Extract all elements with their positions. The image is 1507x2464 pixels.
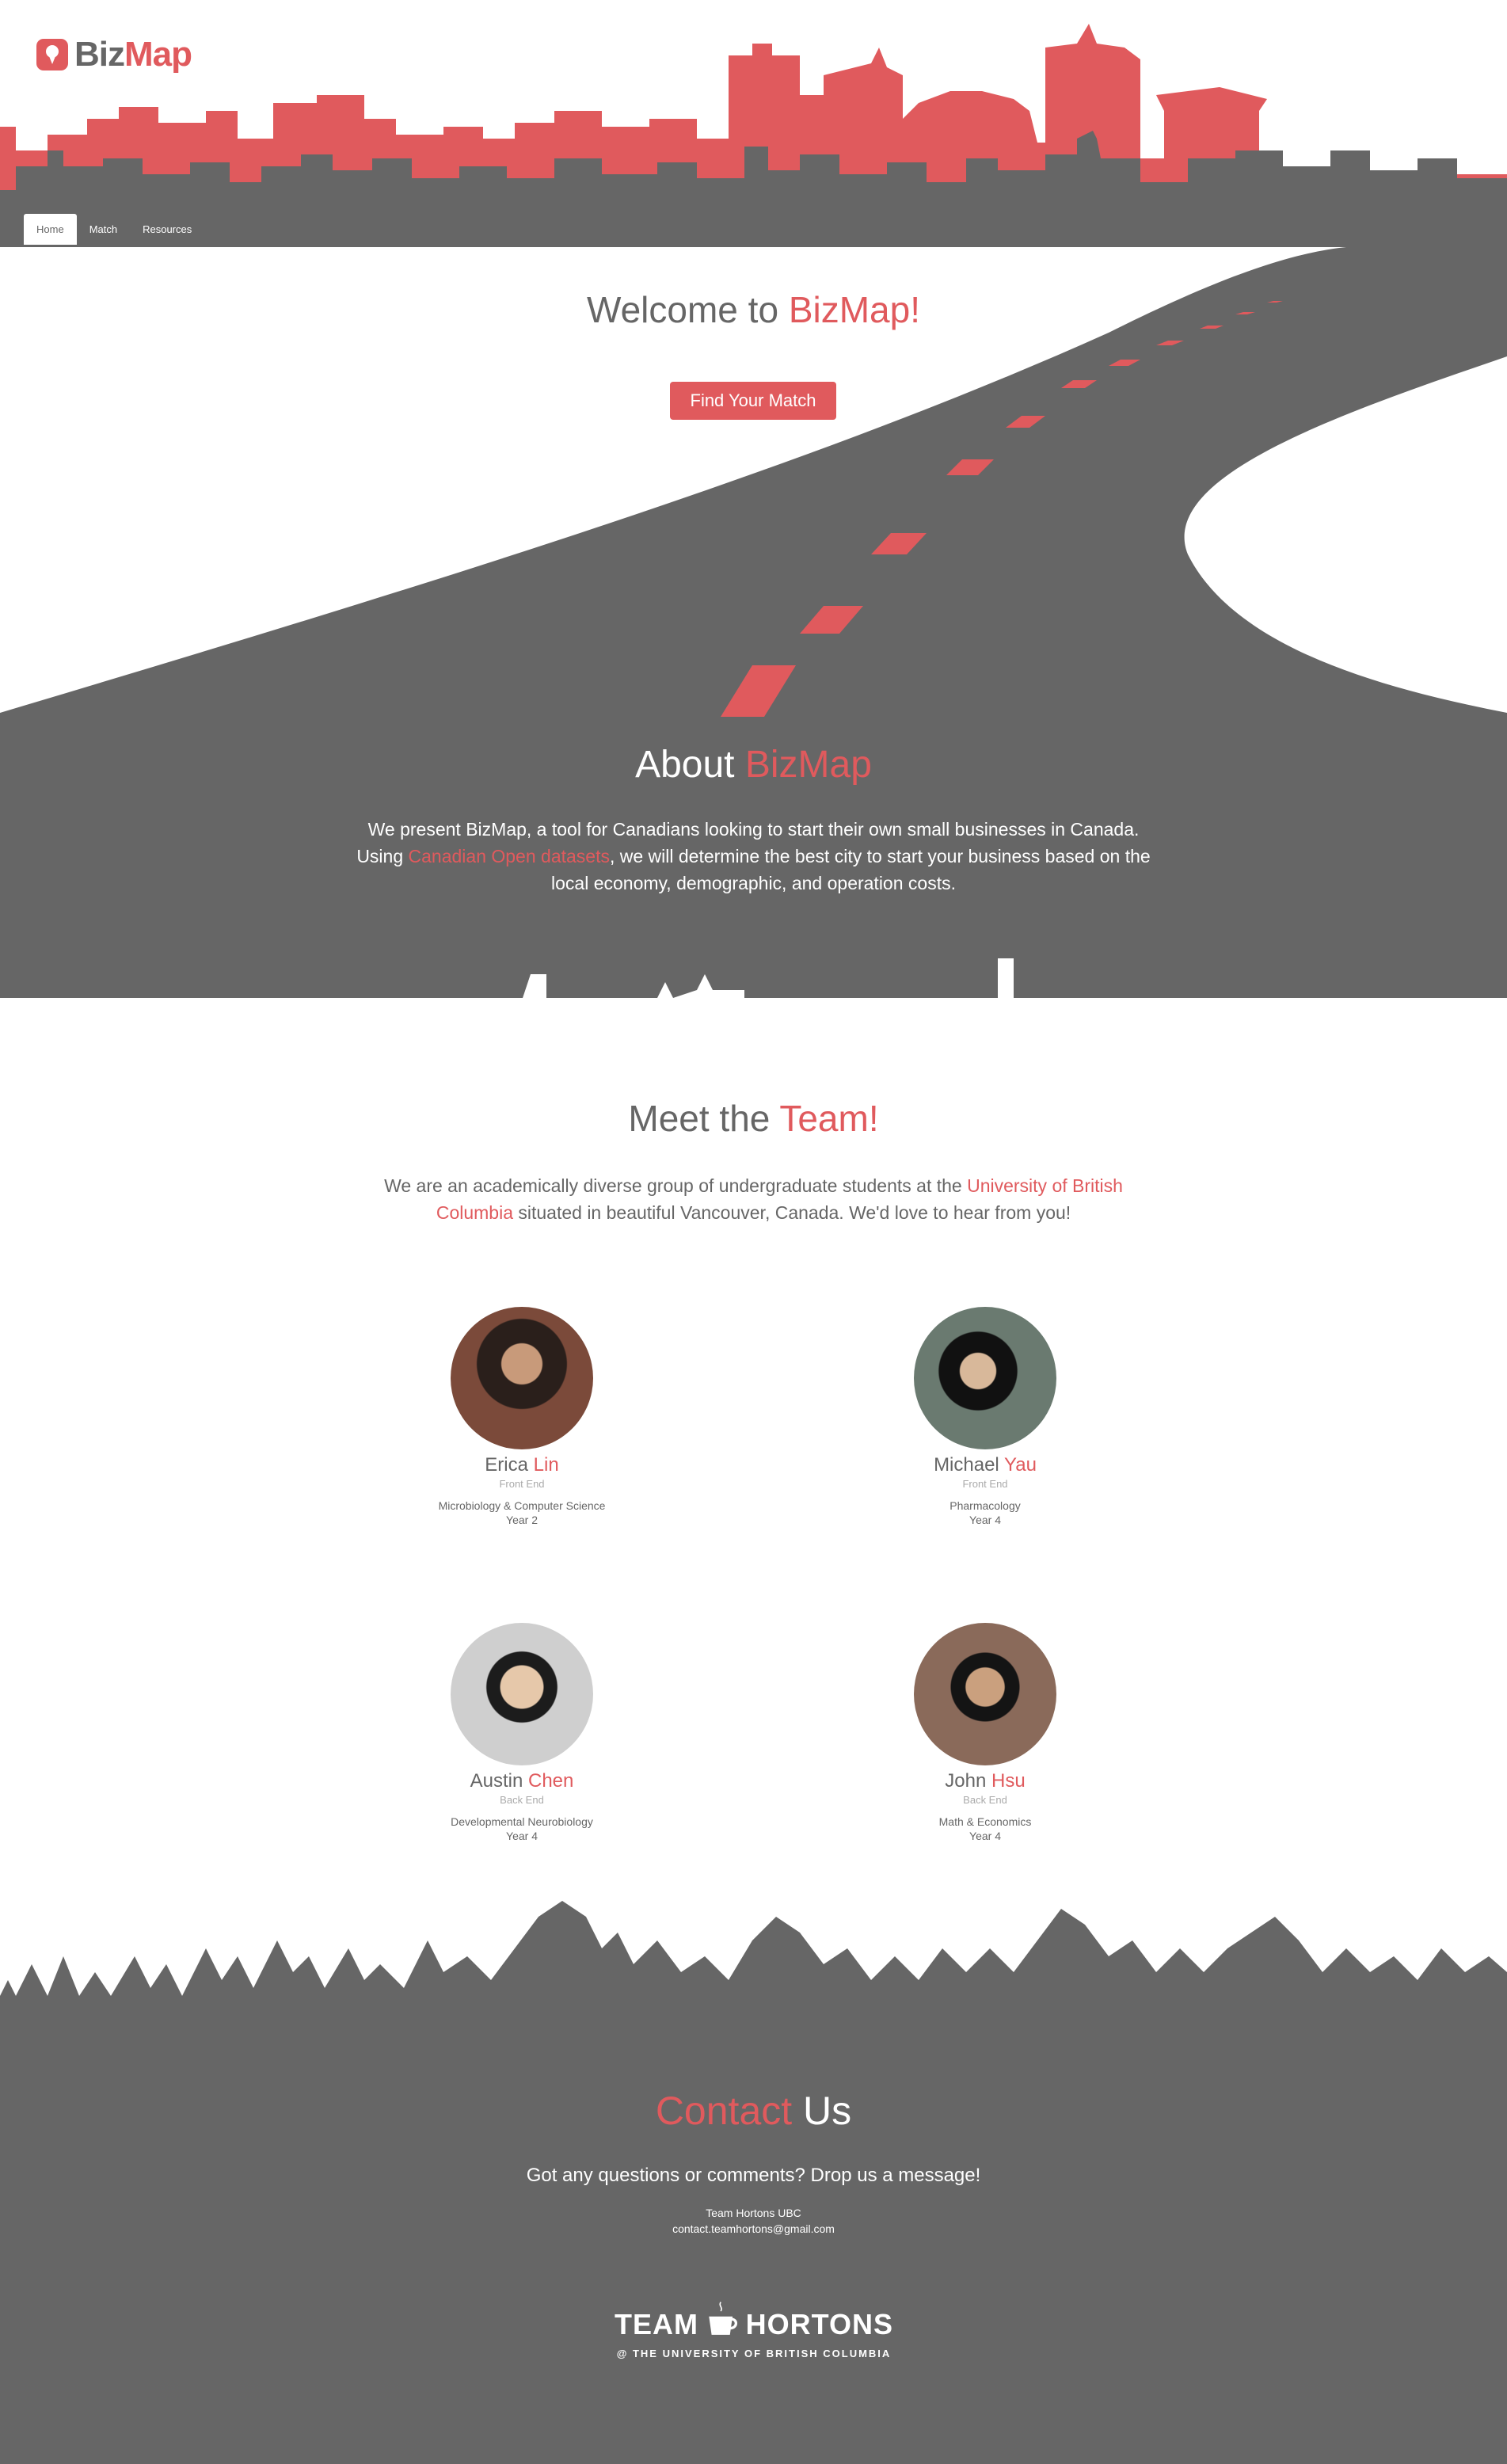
member-year: Year 2 — [506, 1514, 538, 1526]
footer-logo-left: TEAM — [615, 2308, 698, 2340]
ubc-link-2[interactable]: Columbia — [436, 1202, 513, 1223]
member-name: John Hsu — [827, 1770, 1144, 1792]
member-role: Front End — [499, 1478, 545, 1490]
team-intro-suffix: situated in beautiful Vancouver, Canada.… — [512, 1202, 1071, 1223]
main-nav: Home Match Resources — [24, 214, 204, 245]
contact-title-accent: Contact — [655, 2089, 793, 2133]
about-title-prefix: About — [635, 744, 745, 786]
member-card-austin: Austin Chen Back End Developmental Neuro… — [363, 1623, 680, 1842]
map-pin-icon — [36, 39, 68, 70]
avatar — [451, 1307, 593, 1449]
member-name: Erica Lin — [363, 1454, 680, 1476]
member-year: Year 4 — [506, 1830, 538, 1842]
member-first-name: John — [945, 1770, 987, 1792]
member-last-name: Chen — [528, 1770, 574, 1792]
team-title-accent: Team! — [779, 1098, 879, 1139]
about-title-accent: BizMap — [744, 744, 872, 786]
member-major: Math & Economics — [938, 1815, 1032, 1828]
logo-map: Map — [124, 35, 192, 74]
hero-title-prefix: Welcome to — [587, 289, 789, 330]
member-name: Michael Yau — [827, 1454, 1144, 1476]
member-major: Developmental Neurobiology — [451, 1815, 593, 1828]
open-datasets-link[interactable]: Canadian Open datasets — [409, 846, 610, 866]
member-first-name: Michael — [934, 1454, 999, 1476]
team-title-prefix: Meet the — [628, 1098, 780, 1139]
about-line-2-prefix: Using — [356, 846, 409, 866]
member-card-michael: Michael Yau Front End Pharmacology Year … — [827, 1307, 1144, 1526]
contact-text: Got any questions or comments? Drop us a… — [526, 2165, 981, 2186]
about-line-3: local economy, demographic, and operatio… — [551, 873, 956, 893]
hero-title: Welcome to BizMap! — [0, 288, 1507, 331]
nav-item-resources[interactable]: Resources — [130, 214, 204, 245]
member-major: Pharmacology — [949, 1499, 1021, 1512]
nav-item-match[interactable]: Match — [77, 214, 130, 245]
member-card-john: John Hsu Back End Math & Economics Year … — [827, 1623, 1144, 1842]
about-line-2-suffix: , we will determine the best city to sta… — [609, 846, 1151, 866]
footer-logo-sub: @ THE UNIVERSITY OF BRITISH COLUMBIA — [616, 2348, 892, 2359]
nav-item-home[interactable]: Home — [24, 214, 77, 245]
team-intro: We are an academically diverse group of … — [317, 1172, 1190, 1226]
member-year: Year 4 — [969, 1514, 1001, 1526]
member-first-name: Austin — [470, 1770, 523, 1792]
member-name: Austin Chen — [363, 1770, 680, 1792]
avatar — [451, 1623, 593, 1765]
avatar — [914, 1307, 1056, 1449]
member-first-name: Erica — [485, 1454, 528, 1476]
contact-org: Team Hortons UBC — [706, 2207, 801, 2219]
about-line-2: Using Canadian Open datasets, we will de… — [293, 843, 1214, 870]
member-role: Back End — [500, 1794, 544, 1806]
team-intro-prefix: We are an academically diverse group of … — [384, 1175, 968, 1196]
coffee-cup-icon — [709, 2302, 738, 2335]
contact-title: Contact Us — [0, 2088, 1507, 2134]
team-title: Meet the Team! — [0, 1097, 1507, 1140]
logo-text: BizMap — [74, 35, 192, 74]
team-hortons-logo: TEAM HORTONS @ THE UNIVERSITY OF BRITISH… — [615, 2297, 893, 2359]
avatar — [914, 1623, 1056, 1765]
footer-logo-right: HORTONS — [745, 2308, 893, 2340]
member-major: Microbiology & Computer Science — [438, 1499, 606, 1512]
logo[interactable]: BizMap — [36, 35, 192, 74]
about-line-1: We present BizMap, a tool for Canadians … — [367, 819, 1140, 840]
hero-title-accent: BizMap! — [788, 289, 920, 330]
ubc-link-1[interactable]: University of British — [967, 1175, 1123, 1196]
about-description: We present BizMap, a tool for Canadians … — [293, 816, 1214, 897]
about-title: About BizMap — [0, 743, 1507, 786]
member-year: Year 4 — [969, 1830, 1001, 1842]
find-match-button[interactable]: Find Your Match — [670, 382, 836, 420]
member-role: Back End — [963, 1794, 1007, 1806]
logo-biz: Biz — [74, 35, 125, 74]
contact-email[interactable]: contact.teamhortons@gmail.com — [0, 2222, 1507, 2235]
member-card-erica: Erica Lin Front End Microbiology & Compu… — [363, 1307, 680, 1526]
contact-title-suffix: Us — [792, 2089, 852, 2133]
footer-logo-row: TEAM HORTONS — [615, 2297, 893, 2341]
member-last-name: Yau — [1004, 1454, 1037, 1476]
member-last-name: Lin — [533, 1454, 559, 1476]
member-last-name: Hsu — [991, 1770, 1026, 1792]
member-role: Front End — [962, 1478, 1008, 1490]
